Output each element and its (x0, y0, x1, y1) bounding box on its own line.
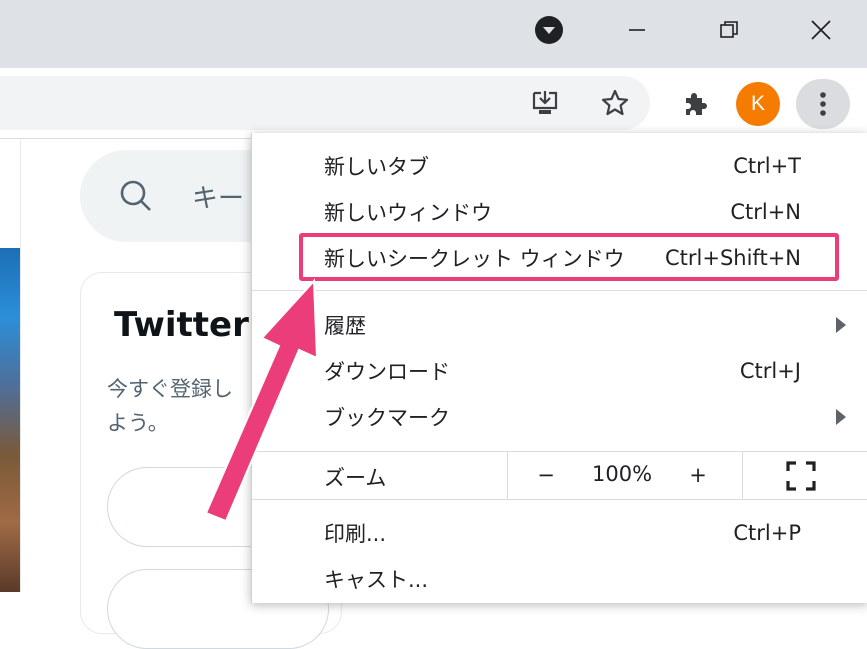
annotation-arrow (204, 278, 319, 523)
